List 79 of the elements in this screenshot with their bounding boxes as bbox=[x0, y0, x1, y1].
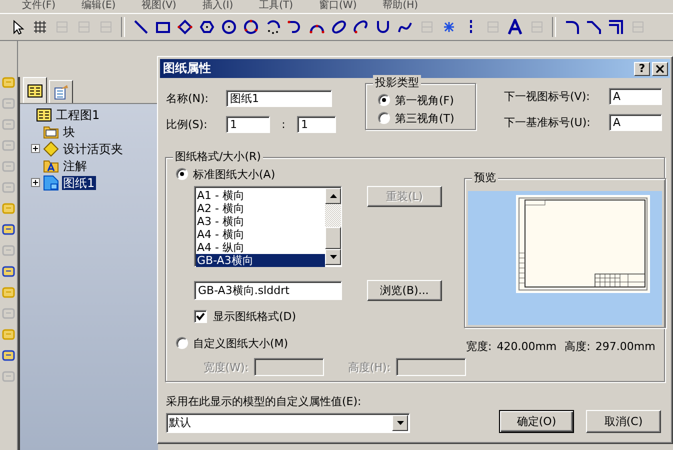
list-item[interactable]: A2 - 横向 bbox=[196, 202, 325, 215]
sheet-size-list[interactable]: A1 - 横向 A2 - 横向 A3 - 横向 A4 - 横向 A4 - 纵向 GB-A3横向 bbox=[194, 186, 342, 267]
field-label: 比例(S): bbox=[166, 116, 208, 132]
scroll-down-button[interactable] bbox=[325, 249, 341, 265]
field-label: 高度(H): bbox=[346, 360, 390, 374]
scroll-up-button[interactable] bbox=[325, 188, 341, 204]
readout-label: 宽度: bbox=[466, 339, 492, 354]
radio-button[interactable] bbox=[176, 168, 188, 180]
browse-button[interactable]: 浏览(B)... bbox=[367, 280, 442, 301]
radio-label[interactable]: 自定义图纸大小(M) bbox=[193, 336, 288, 350]
input-field[interactable]: 图纸1 bbox=[226, 90, 332, 106]
checkbox-label[interactable]: 显示图纸格式(D) bbox=[213, 308, 296, 324]
input-field[interactable] bbox=[254, 358, 324, 376]
ratio-separator: : bbox=[280, 118, 286, 130]
perimeter-circle-icon[interactable] bbox=[241, 17, 260, 37]
tree-icon bbox=[27, 82, 43, 98]
help-button[interactable]: ? bbox=[634, 62, 650, 76]
list-item[interactable]: A4 - 横向 bbox=[196, 228, 325, 241]
readout-label: 高度: bbox=[564, 339, 590, 354]
radio-button[interactable] bbox=[378, 94, 390, 106]
expand-icon[interactable] bbox=[31, 178, 40, 187]
tree-item[interactable]: 图纸1 bbox=[62, 176, 96, 190]
input-field[interactable]: 1 bbox=[297, 116, 336, 132]
radio-label[interactable]: 第一视角(F) bbox=[395, 92, 454, 108]
input-field[interactable]: GB-A3横向.slddrt bbox=[194, 281, 342, 300]
menu-item[interactable]: 编辑(E) bbox=[82, 0, 116, 13]
field-label: 名称(N): bbox=[166, 90, 210, 106]
field-label: 下一视图标号(V): bbox=[504, 88, 591, 104]
sheet-icon bbox=[43, 174, 59, 190]
readout-value: 420.00mm bbox=[496, 340, 557, 353]
tree-item[interactable]: 块 bbox=[62, 124, 76, 138]
document-icon bbox=[53, 84, 69, 100]
tool-icon[interactable] bbox=[1, 264, 16, 279]
offset-icon[interactable] bbox=[606, 17, 625, 37]
properties-tab[interactable] bbox=[49, 80, 73, 103]
menu-item[interactable]: 工具(T) bbox=[259, 0, 294, 13]
menu-item[interactable]: 插入(I) bbox=[202, 0, 234, 13]
menu-item[interactable]: 帮助(H) bbox=[382, 0, 418, 13]
expand-icon[interactable] bbox=[31, 144, 40, 153]
list-item[interactable]: A1 - 横向 bbox=[196, 189, 325, 202]
scrollbar[interactable] bbox=[325, 188, 341, 265]
list-item[interactable]: A3 - 横向 bbox=[196, 215, 325, 228]
dialog-title: 图纸属性 bbox=[163, 60, 211, 77]
close-icon bbox=[656, 64, 664, 72]
field-label: 下一基准标号(U): bbox=[504, 114, 592, 130]
input-field[interactable]: A bbox=[609, 114, 662, 130]
field-label: 宽度(W): bbox=[202, 360, 248, 374]
dropdown-button[interactable] bbox=[392, 415, 408, 431]
down-arrow-icon bbox=[330, 255, 336, 259]
tree-tab[interactable] bbox=[23, 77, 47, 103]
close-button[interactable] bbox=[652, 62, 668, 76]
drawing-icon bbox=[36, 106, 52, 122]
caret-icon bbox=[396, 421, 404, 425]
dialog-button[interactable]: 确定(O) bbox=[499, 410, 574, 433]
readout-value: 297.00mm bbox=[595, 340, 656, 353]
input-field[interactable] bbox=[396, 358, 466, 376]
input-field[interactable]: A bbox=[609, 88, 662, 104]
dialog-button[interactable]: 取消(C) bbox=[586, 410, 661, 433]
list-item[interactable]: GB-A3横向 bbox=[196, 254, 325, 267]
text-icon[interactable] bbox=[505, 17, 524, 37]
radio-button[interactable] bbox=[176, 337, 188, 349]
tool-icon[interactable] bbox=[1, 222, 16, 237]
menu-item[interactable]: 视图(V) bbox=[142, 0, 176, 13]
field-label: 采用在此显示的模型的自定义属性值(E): bbox=[166, 394, 362, 409]
circle-icon[interactable] bbox=[219, 17, 238, 37]
tree-item[interactable]: 工程图1 bbox=[55, 108, 101, 122]
radio-button[interactable] bbox=[378, 112, 390, 124]
input-field[interactable]: 1 bbox=[226, 116, 270, 132]
tool-icon[interactable] bbox=[1, 348, 16, 363]
list-item[interactable]: A4 - 纵向 bbox=[196, 241, 325, 254]
tree-item[interactable]: 注解 bbox=[62, 158, 88, 172]
dropdown-value: 默认 bbox=[169, 416, 191, 430]
dropdown[interactable]: 默认 bbox=[166, 413, 410, 433]
tree-item[interactable]: 设计活页夹 bbox=[62, 142, 124, 156]
radio-label[interactable]: 标准图纸大小(A) bbox=[193, 166, 276, 182]
radio-label[interactable]: 第三视角(T) bbox=[395, 110, 454, 126]
up-arrow-icon bbox=[330, 194, 336, 198]
scroll-thumb[interactable] bbox=[325, 227, 341, 249]
checkbox[interactable] bbox=[194, 310, 207, 322]
